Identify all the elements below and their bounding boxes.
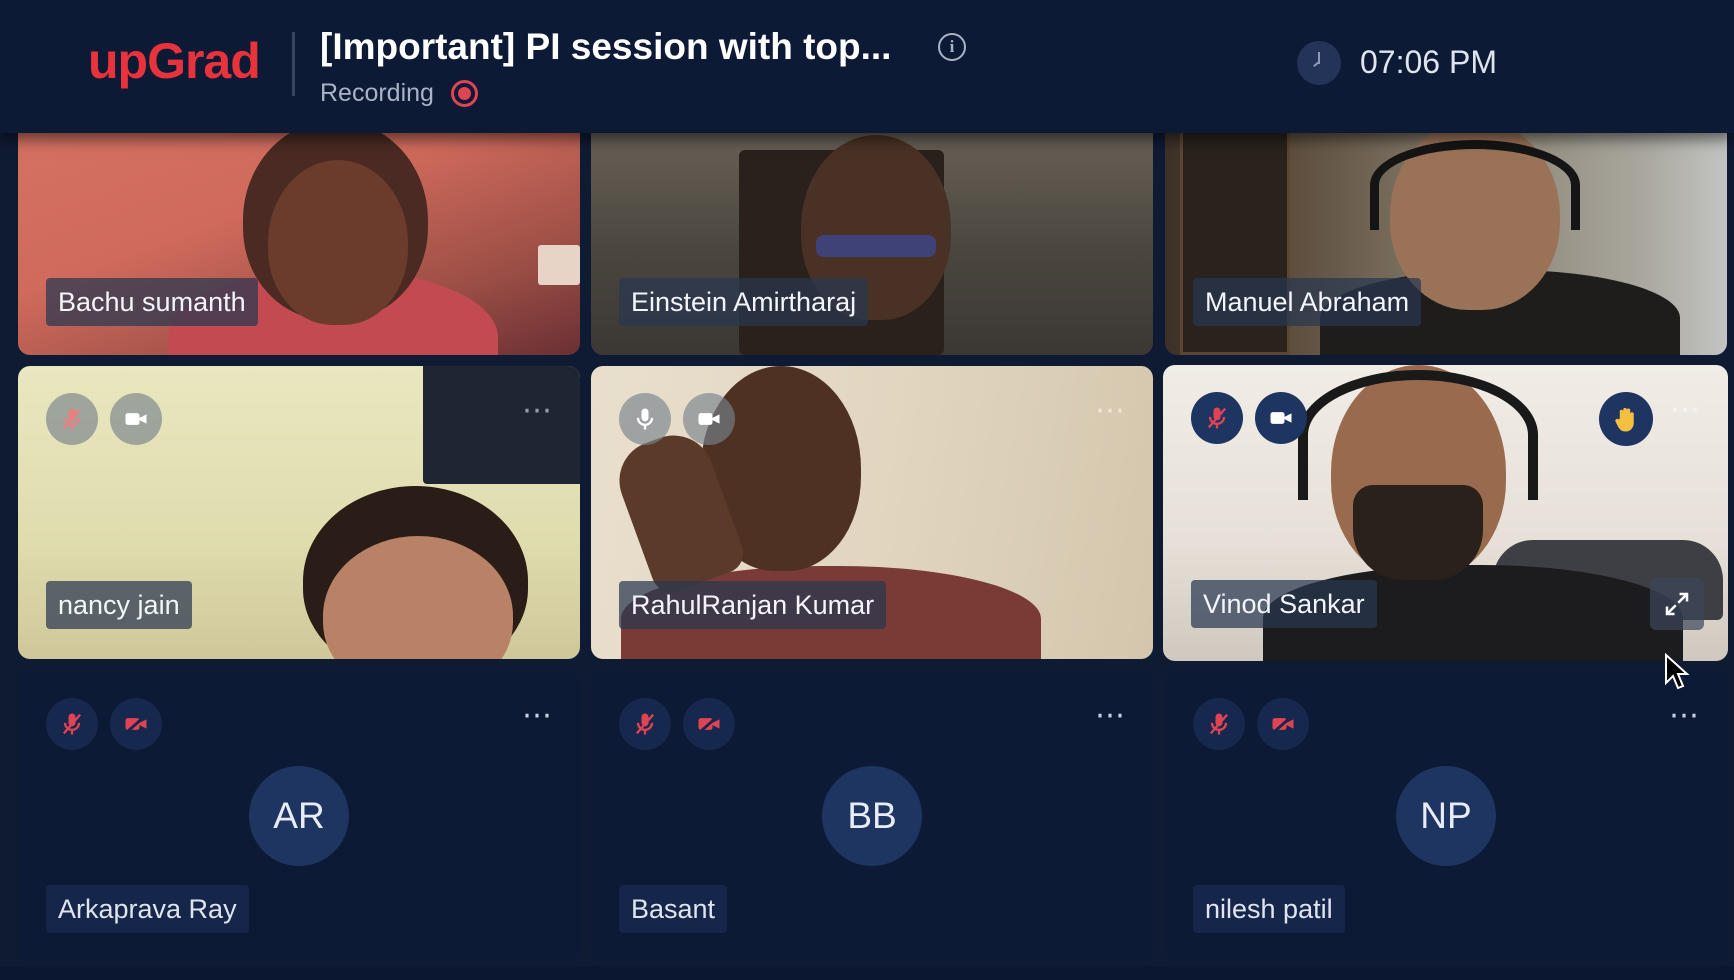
participant-tile[interactable]: ⋯ RahulRanjan Kumar	[591, 366, 1153, 659]
participant-name: Einstein Amirtharaj	[619, 278, 869, 326]
mouse-cursor-icon	[1665, 653, 1690, 690]
session-title: [Important] PI session with top...	[320, 26, 892, 67]
glasses-glare	[816, 235, 936, 257]
mic-muted-icon[interactable]	[1193, 698, 1245, 750]
participant-tile[interactable]: ⋯ NP nilesh patil	[1165, 671, 1727, 962]
clock-icon	[1297, 41, 1341, 85]
more-options-icon[interactable]: ⋯	[1095, 701, 1127, 731]
participant-tile[interactable]: ⋯ Vinod Sankar	[1163, 365, 1728, 661]
recording-icon	[451, 80, 478, 107]
participant-tile[interactable]: Manuel Abraham	[1165, 120, 1727, 355]
mic-muted-icon[interactable]	[619, 698, 671, 750]
video-face-detail	[268, 160, 408, 325]
participant-name: Basant	[619, 885, 728, 933]
participant-tile[interactable]: Einstein Amirtharaj	[591, 120, 1153, 355]
camera-icon[interactable]	[1255, 392, 1307, 444]
more-options-icon[interactable]: ⋯	[1095, 396, 1127, 426]
more-options-icon[interactable]: ⋯	[522, 701, 554, 731]
more-options-icon[interactable]: ⋯	[522, 396, 554, 426]
mic-muted-icon[interactable]	[1191, 392, 1243, 444]
participant-tile[interactable]: ⋯ AR Arkaprava Ray	[18, 671, 580, 962]
raised-hand-icon	[1599, 392, 1653, 446]
participant-tile[interactable]: ⋯ BB Basant	[591, 671, 1153, 962]
participant-name: nilesh patil	[1193, 885, 1345, 933]
headphones	[1298, 370, 1538, 500]
bottom-strip	[0, 966, 1734, 980]
participant-name: nancy jain	[46, 581, 192, 629]
top-bar: upGrad [Important] PI session with top..…	[0, 0, 1734, 133]
participant-name: Vinod Sankar	[1191, 580, 1377, 628]
participant-tile[interactable]: Bachu sumanth	[18, 120, 580, 355]
camera-icon[interactable]	[683, 393, 735, 445]
more-options-icon[interactable]: ⋯	[1670, 395, 1702, 425]
participant-name: RahulRanjan Kumar	[619, 581, 887, 629]
wall-poster	[423, 366, 580, 484]
info-icon[interactable]: i	[938, 33, 966, 61]
participant-name: Arkaprava Ray	[46, 885, 249, 933]
header-divider	[292, 32, 295, 96]
participant-tile[interactable]: ⋯ nancy jain	[18, 366, 580, 659]
avatar: NP	[1396, 766, 1496, 866]
avatar: BB	[822, 766, 922, 866]
avatar: AR	[249, 766, 349, 866]
participant-name: Manuel Abraham	[1193, 278, 1422, 326]
headphones	[1370, 140, 1580, 230]
camera-off-icon[interactable]	[1257, 698, 1309, 750]
camera-off-icon[interactable]	[110, 698, 162, 750]
expand-icon[interactable]	[1650, 578, 1704, 630]
more-options-icon[interactable]: ⋯	[1669, 701, 1701, 731]
recording-label: Recording	[320, 79, 434, 107]
participant-name: Bachu sumanth	[46, 278, 258, 326]
upgrad-logo: upGrad	[88, 33, 261, 89]
clock-time: 07:06 PM	[1360, 44, 1497, 80]
mic-muted-icon[interactable]	[46, 393, 98, 445]
mic-icon[interactable]	[619, 393, 671, 445]
camera-off-icon[interactable]	[683, 698, 735, 750]
wall-switch	[538, 245, 580, 285]
mic-muted-icon[interactable]	[46, 698, 98, 750]
camera-icon[interactable]	[110, 393, 162, 445]
